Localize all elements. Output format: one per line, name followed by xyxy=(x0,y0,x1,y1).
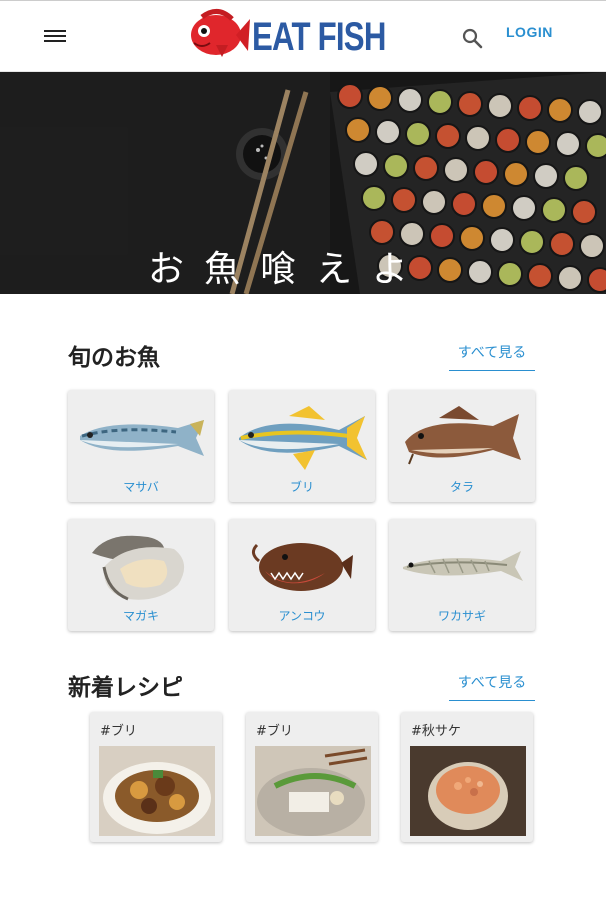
hamburger-menu-icon[interactable] xyxy=(44,27,66,45)
fish-name: マガキ xyxy=(122,609,159,623)
fish-name: タラ xyxy=(449,480,474,494)
recipe-card[interactable]: #ブリ xyxy=(90,712,222,842)
fish-name: ブリ xyxy=(289,480,314,494)
fish-card-buri[interactable]: ブリ xyxy=(229,390,375,502)
recipe-card[interactable]: #ブリ xyxy=(246,712,378,842)
oyster-icon xyxy=(92,535,185,601)
fish-card-masaba[interactable]: マサバ xyxy=(68,390,214,502)
fish-card-magaki[interactable]: マガキ xyxy=(68,519,214,631)
mackerel-icon xyxy=(80,420,204,456)
hero-title: お魚喰えよ xyxy=(147,249,428,290)
recipe-tag: #ブリ xyxy=(100,724,137,739)
smelt-icon xyxy=(403,551,523,581)
recipes-header: 新着レシピ すべて見る xyxy=(0,654,606,712)
section-title: 旬のお魚 xyxy=(68,345,160,371)
fish-name: ワカサギ xyxy=(437,609,486,623)
site-logo[interactable]: EAT FISH xyxy=(188,5,386,65)
recipe-tag: #ブリ xyxy=(256,724,293,739)
hero-banner: お魚喰えよ xyxy=(0,72,606,294)
yellowtail-icon xyxy=(239,406,367,470)
fish-name: マサバ xyxy=(123,480,159,494)
see-all-recipes-button[interactable]: すべて見る xyxy=(449,666,535,701)
app-header: EAT FISH LOGIN xyxy=(0,0,606,72)
fish-card-tara[interactable]: タラ xyxy=(389,390,535,502)
yellowtail-hotpot-image xyxy=(255,746,371,836)
fish-card-wakasagi[interactable]: ワカサギ xyxy=(389,519,535,631)
section-title: 新着レシピ xyxy=(68,675,183,701)
sea-bream-logo-icon xyxy=(191,9,250,57)
salmon-flakes-image xyxy=(410,746,526,836)
fish-grid: マサバ ブリ タラ マガキ アンコウ ワカサギ xyxy=(0,382,606,654)
cod-icon xyxy=(405,406,521,465)
fish-name: アンコウ xyxy=(278,609,326,623)
seasonal-fish-header: 旬のお魚 すべて見る xyxy=(0,324,606,382)
see-all-seasonal-button[interactable]: すべて見る xyxy=(449,336,535,371)
anglerfish-icon xyxy=(252,543,353,591)
fish-card-ankou[interactable]: アンコウ xyxy=(229,519,375,631)
recipe-grid: #ブリ #ブリ #秋サケ xyxy=(0,712,606,912)
login-button[interactable]: LOGIN xyxy=(506,24,553,40)
search-icon[interactable] xyxy=(461,27,485,51)
simmered-yellowtail-image xyxy=(99,746,215,836)
recipe-card[interactable]: #秋サケ xyxy=(401,712,533,842)
recipe-tag: #秋サケ xyxy=(411,724,461,739)
logo-text: EAT FISH xyxy=(252,15,386,59)
